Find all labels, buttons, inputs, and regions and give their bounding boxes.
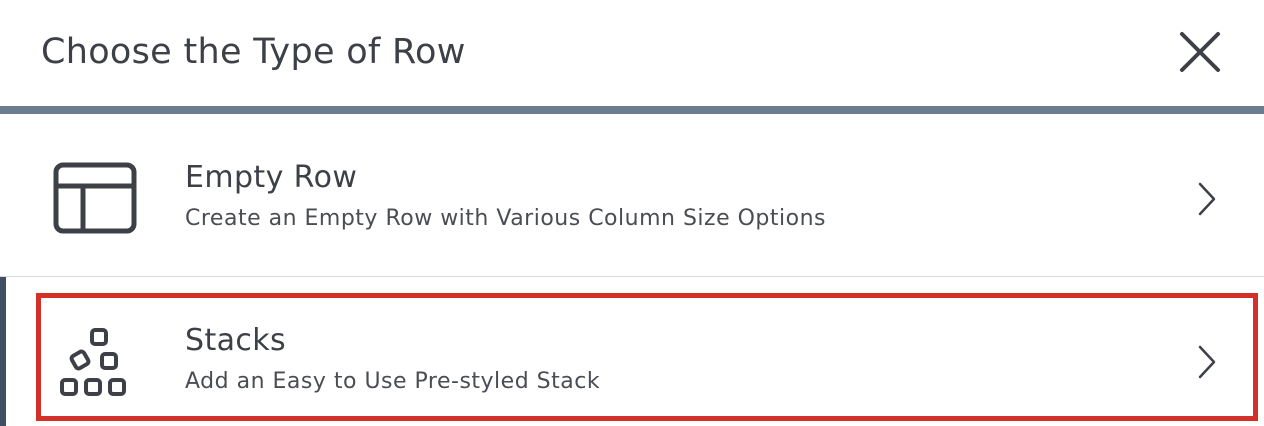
- option-stacks[interactable]: Stacks Add an Easy to Use Pre-styled Sta…: [0, 277, 1264, 426]
- dialog-title: Choose the Type of Row: [41, 32, 466, 72]
- empty-row-layout-icon: [53, 162, 137, 234]
- selected-indicator: [0, 277, 6, 426]
- option-empty-row[interactable]: Empty Row Create an Empty Row with Vario…: [0, 114, 1264, 276]
- close-button[interactable]: [1176, 28, 1224, 76]
- dialog-header: Choose the Type of Row: [0, 0, 1264, 106]
- option-title: Empty Row: [185, 160, 358, 195]
- option-description: Add an Easy to Use Pre-styled Stack: [185, 369, 601, 394]
- option-description: Create an Empty Row with Various Column …: [185, 206, 826, 231]
- chevron-right-icon: [1198, 345, 1216, 379]
- close-icon: [1180, 32, 1220, 72]
- option-title: Stacks: [185, 323, 287, 358]
- header-divider: [0, 106, 1264, 114]
- chevron-right-icon: [1198, 182, 1216, 216]
- stacks-blocks-icon: [60, 328, 126, 396]
